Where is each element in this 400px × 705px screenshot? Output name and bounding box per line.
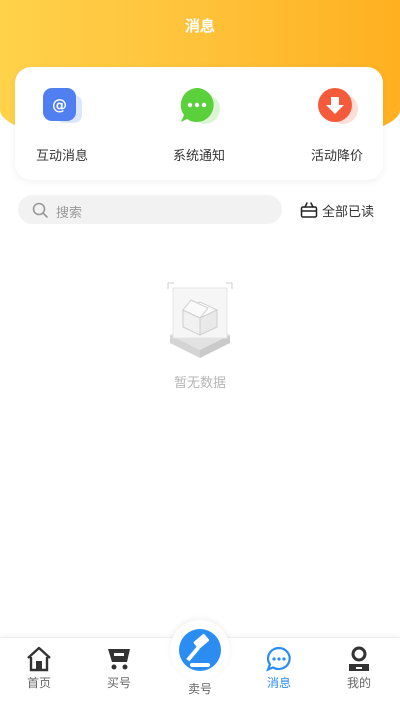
category-interaction[interactable]: @ 互动消息 xyxy=(7,87,117,164)
tab-label: 首页 xyxy=(26,676,51,690)
svg-text:@: @ xyxy=(52,96,67,114)
hammer-icon xyxy=(179,629,221,671)
at-icon: @ xyxy=(43,88,82,123)
category-label: 活动降价 xyxy=(310,149,363,164)
tab-home[interactable]: 首页 xyxy=(9,646,69,691)
search-icon xyxy=(32,202,48,218)
message-icon xyxy=(266,646,291,672)
empty-state: 暂无数据 xyxy=(0,280,400,391)
empty-state-text: 暂无数据 xyxy=(173,376,226,391)
basket-icon xyxy=(300,202,318,218)
category-label: 系统通知 xyxy=(172,149,225,164)
user-icon xyxy=(349,646,369,671)
down-arrow-icon xyxy=(318,88,358,124)
category-system[interactable]: 系统通知 xyxy=(144,87,254,164)
bottom-tab-bar: 首页 买号 卖号 消息 我的 xyxy=(0,620,400,705)
tab-label: 消息 xyxy=(266,676,291,690)
tab-message[interactable]: 消息 xyxy=(249,646,309,691)
tab-label: 买号 xyxy=(106,676,131,690)
message-category-card: @ 互动消息 系统通知 活动降价 xyxy=(15,67,383,180)
search-input[interactable]: 搜索 xyxy=(18,195,282,224)
search-placeholder: 搜索 xyxy=(56,206,83,221)
empty-box-icon xyxy=(167,282,233,358)
chat-bubble-icon xyxy=(180,88,220,124)
tab-label: 我的 xyxy=(346,676,371,690)
category-promotion[interactable]: 活动降价 xyxy=(282,87,392,164)
tab-buy[interactable]: 买号 xyxy=(89,646,149,691)
category-label: 互动消息 xyxy=(35,149,88,164)
home-icon xyxy=(27,646,51,672)
mark-all-read-label: 全部已读 xyxy=(322,204,375,220)
cart-icon xyxy=(108,649,130,670)
tab-profile[interactable]: 我的 xyxy=(329,646,389,691)
tab-sell[interactable] xyxy=(170,620,230,680)
search-row: 搜索 全部已读 xyxy=(18,195,388,224)
mark-all-read-button[interactable]: 全部已读 xyxy=(300,200,374,220)
page-title: 消息 xyxy=(184,17,215,35)
tab-label: 卖号 xyxy=(187,682,212,696)
